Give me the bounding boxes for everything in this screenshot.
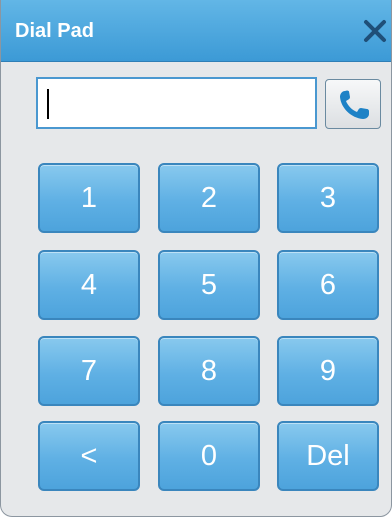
key-5[interactable]: 5 (158, 250, 260, 320)
key-4[interactable]: 4 (38, 250, 140, 320)
key-3[interactable]: 3 (277, 163, 379, 233)
key-0[interactable]: 0 (158, 421, 260, 491)
key-8[interactable]: 8 (158, 336, 260, 406)
text-caret (47, 89, 49, 119)
call-button[interactable] (325, 79, 381, 129)
window-title: Dial Pad (15, 20, 94, 42)
phone-icon (340, 90, 369, 119)
close-button[interactable] (357, 14, 391, 48)
key-delete[interactable]: Del (277, 421, 379, 491)
dial-pad-window: Dial Pad 1 2 3 4 5 6 7 8 9 < 0 Del (0, 0, 392, 517)
key-7[interactable]: 7 (38, 336, 140, 406)
key-backspace[interactable]: < (38, 421, 140, 491)
key-2[interactable]: 2 (158, 163, 260, 233)
key-6[interactable]: 6 (277, 250, 379, 320)
key-1[interactable]: 1 (38, 163, 140, 233)
title-bar: Dial Pad (1, 0, 391, 62)
phone-number-input[interactable] (36, 77, 317, 129)
close-icon (364, 20, 386, 42)
key-9[interactable]: 9 (277, 336, 379, 406)
